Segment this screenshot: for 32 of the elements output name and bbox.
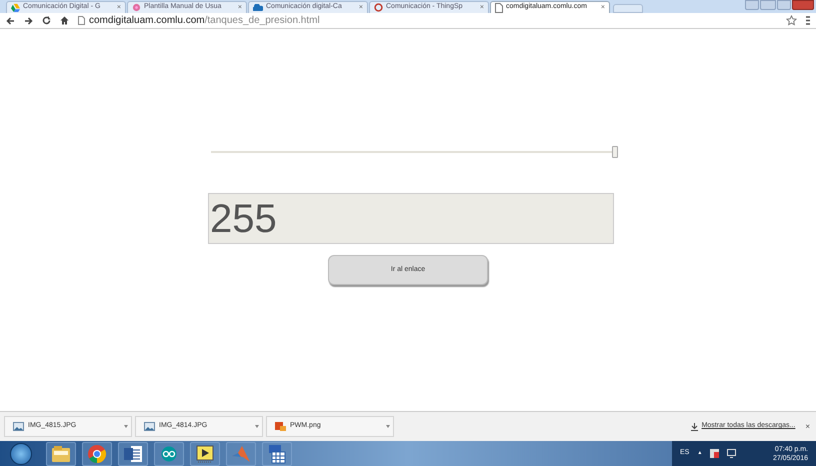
image-file-icon [144, 422, 155, 431]
reload-icon[interactable] [42, 16, 51, 25]
close-icon[interactable]: × [805, 420, 810, 432]
back-arrow-icon[interactable] [6, 16, 15, 24]
caret-icon[interactable] [386, 425, 390, 428]
page-icon [495, 2, 503, 12]
ring-icon [374, 3, 383, 12]
start-button[interactable] [10, 442, 32, 464]
chrome-logo-icon[interactable] [87, 444, 107, 464]
slider-thumb[interactable] [612, 146, 618, 158]
value-field[interactable]: 255 [208, 193, 614, 244]
forward-arrow-icon[interactable] [24, 16, 33, 24]
flag-icon[interactable] [710, 449, 720, 458]
grid-window-icon[interactable] [267, 444, 287, 464]
flower-icon [132, 3, 141, 12]
play-chip-icon[interactable] [195, 444, 215, 464]
menu-icon[interactable] [806, 16, 810, 25]
caret-icon[interactable] [124, 425, 128, 428]
image-file-icon [13, 422, 24, 431]
home-icon[interactable] [60, 16, 69, 25]
page-icon [78, 16, 85, 25]
url-field[interactable]: comdigitaluam.comlu.com/tanques_de_presion.html [89, 13, 777, 28]
triangle-logo-icon [11, 3, 20, 12]
slider[interactable] [208, 145, 618, 158]
download-icon [690, 422, 698, 430]
cloud-icon [253, 4, 263, 12]
caret-icon[interactable] [255, 425, 259, 428]
image-file-icon [275, 422, 286, 431]
folder-icon[interactable] [51, 444, 71, 462]
monitor-icon[interactable] [727, 449, 736, 458]
star-icon[interactable] [786, 15, 797, 26]
word-doc-icon[interactable] [123, 444, 143, 462]
